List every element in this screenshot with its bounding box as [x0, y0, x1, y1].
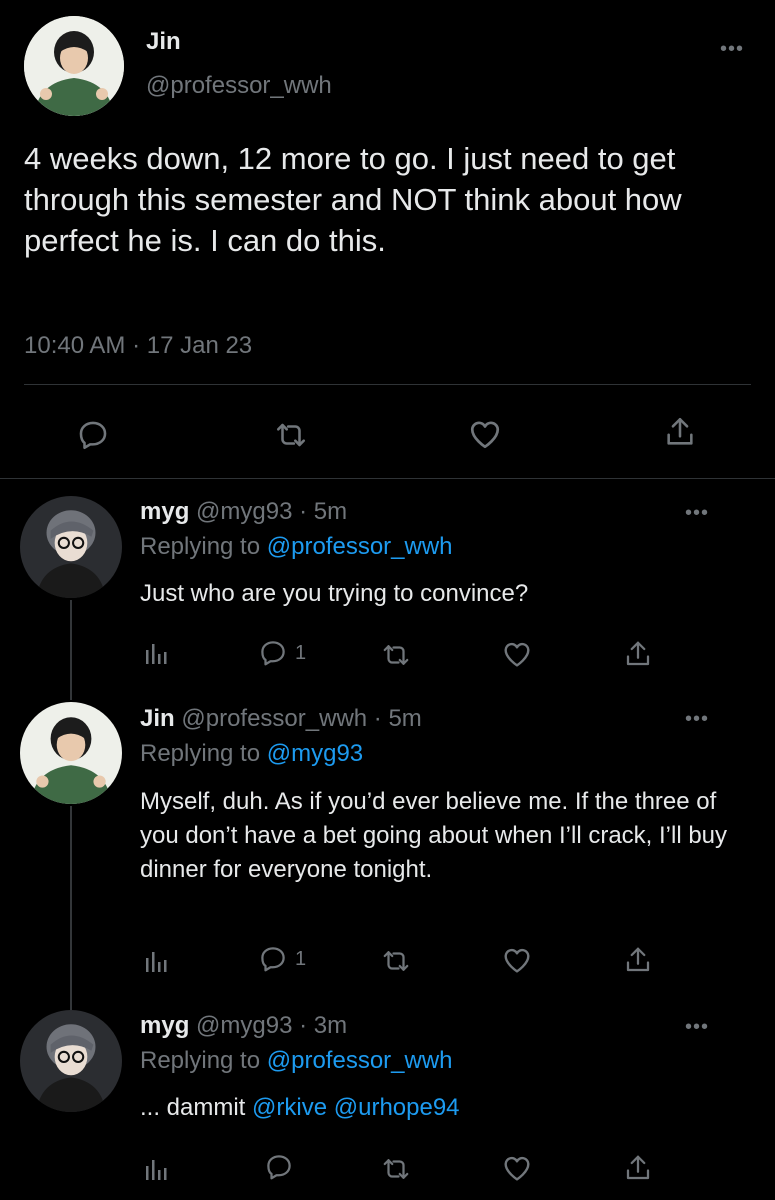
author-name[interactable]: Jin: [146, 28, 181, 56]
reply-text: ... dammit @rkive @urhope94: [140, 1094, 460, 1122]
tweet-text: 4 weeks down, 12 more to go. I just need…: [24, 141, 682, 258]
thread-connector: [70, 600, 72, 700]
share-icon[interactable]: [623, 638, 653, 670]
more-options-icon[interactable]: •••: [685, 503, 709, 523]
author-name[interactable]: myg: [140, 498, 189, 525]
replying-to-label: Replying to: [140, 533, 261, 560]
reply-count: 1: [295, 642, 307, 664]
views-icon[interactable]: [144, 640, 168, 666]
reply-text: Myself, duh. As if you’d ever believe me…: [140, 788, 728, 883]
reply-header: myg @myg93 · 5m: [140, 498, 347, 526]
more-options-icon[interactable]: •••: [720, 39, 744, 59]
author-handle[interactable]: @professor_wwh: [146, 72, 332, 100]
avatar-image: [20, 702, 122, 804]
retweet-icon[interactable]: [380, 946, 412, 976]
retweet-icon[interactable]: [380, 640, 412, 670]
mention-links[interactable]: @rkive @urhope94: [252, 1094, 460, 1121]
replying-to-label: Replying to: [140, 1047, 261, 1074]
reply-icon[interactable]: [76, 418, 110, 452]
reply-icon[interactable]: [264, 1152, 294, 1182]
views-icon[interactable]: [144, 948, 168, 974]
avatar-image: [20, 496, 122, 598]
like-icon[interactable]: [501, 944, 533, 976]
avatar-image: [24, 16, 124, 116]
divider: [0, 478, 775, 479]
replying-to: Replying to @professor_wwh: [140, 1047, 453, 1075]
author-handle-time[interactable]: @myg93 · 3m: [196, 1012, 347, 1039]
reply-header: Jin @professor_wwh · 5m: [140, 705, 422, 733]
avatar[interactable]: [20, 702, 122, 804]
like-icon[interactable]: [501, 1152, 533, 1184]
replying-to: Replying to @myg93: [140, 740, 363, 768]
avatar[interactable]: [20, 496, 122, 598]
tweet-timestamp[interactable]: 10:40 AM · 17 Jan 23: [24, 332, 252, 360]
replying-to-label: Replying to: [140, 740, 261, 767]
share-icon[interactable]: [623, 944, 653, 976]
like-icon[interactable]: [467, 416, 503, 452]
more-options-icon[interactable]: •••: [685, 709, 709, 729]
share-icon[interactable]: [623, 1152, 653, 1184]
avatar[interactable]: [20, 1010, 122, 1112]
divider: [24, 384, 751, 385]
replying-to: Replying to @professor_wwh: [140, 533, 453, 561]
author-name[interactable]: myg: [140, 1012, 189, 1039]
avatar[interactable]: [24, 16, 124, 116]
replying-to-link[interactable]: @professor_wwh: [267, 533, 453, 560]
author-handle-time[interactable]: @professor_wwh · 5m: [181, 705, 421, 732]
retweet-icon[interactable]: [273, 418, 309, 452]
views-icon[interactable]: [144, 1156, 168, 1182]
retweet-icon[interactable]: [380, 1154, 412, 1184]
replying-to-link[interactable]: @professor_wwh: [267, 1047, 453, 1074]
share-icon[interactable]: [663, 414, 697, 450]
reply-header: myg @myg93 · 3m: [140, 1012, 347, 1040]
reply-count: 1: [295, 948, 307, 970]
avatar-image: [20, 1010, 122, 1112]
author-handle-time[interactable]: @myg93 · 5m: [196, 498, 347, 525]
author-name[interactable]: Jin: [140, 705, 175, 732]
reply-text-prefix: ... dammit: [140, 1094, 246, 1121]
reply-icon[interactable]: [258, 944, 288, 974]
thread-connector: [70, 806, 72, 1010]
reply-text: Just who are you trying to convince?: [140, 580, 529, 607]
replying-to-link[interactable]: @myg93: [267, 740, 363, 767]
like-icon[interactable]: [501, 638, 533, 670]
more-options-icon[interactable]: •••: [685, 1017, 709, 1037]
reply-icon[interactable]: [258, 638, 288, 668]
